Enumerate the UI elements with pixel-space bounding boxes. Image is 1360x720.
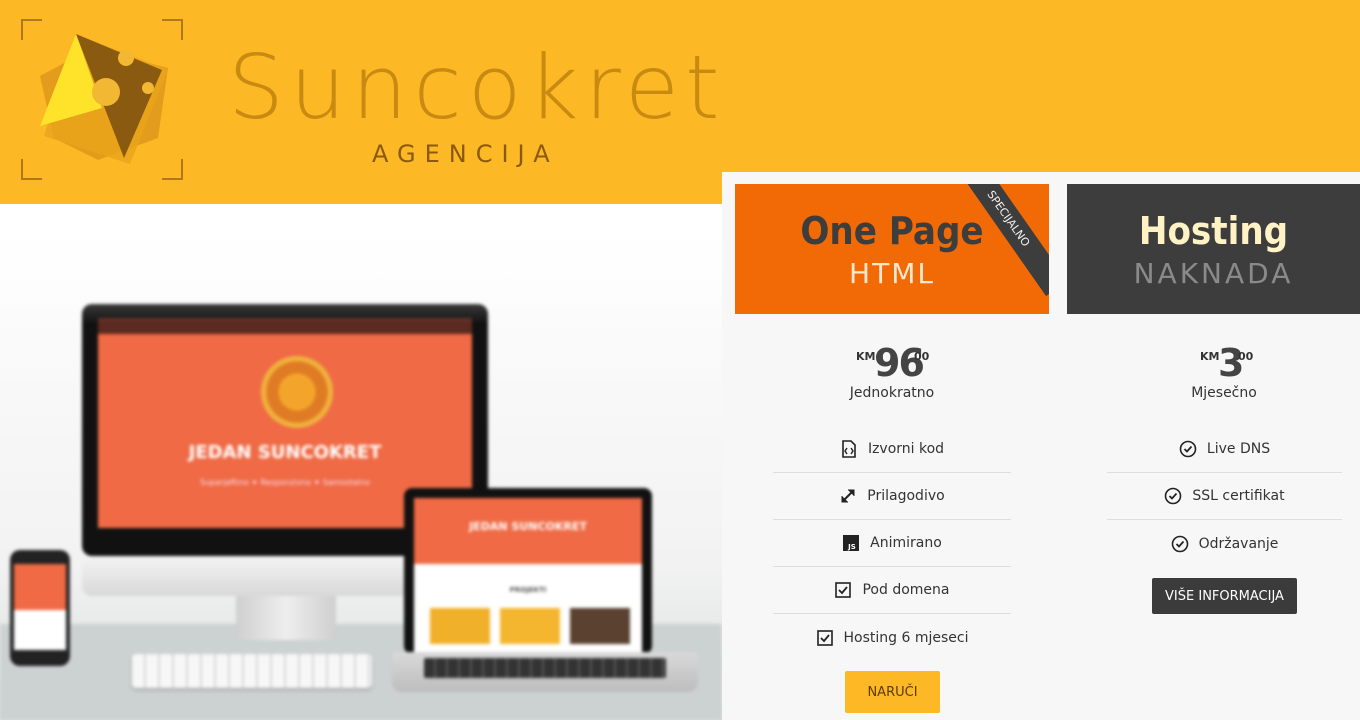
laptop-site-hero: JEDAN SUNCOKRET: [414, 498, 642, 564]
plan-one-page-price: KM 96 00: [852, 344, 936, 384]
plan-one-page-features: Izvorni kod Prilagodivo JS Animirano Pod…: [773, 426, 1011, 661]
list-item: Izvorni kod: [773, 426, 1011, 473]
phone-site-hero: [14, 564, 66, 610]
brand-subtitle: agencija: [372, 140, 559, 168]
plan-subtitle: HTML: [849, 257, 935, 290]
checkbox-checked-icon: [834, 581, 852, 599]
check-circle-icon: [1171, 535, 1189, 553]
plan-hosting-price: KM 3 00: [1196, 344, 1266, 384]
laptop-site-preview: JEDAN SUNCOKRET PROJEKTI: [414, 498, 642, 654]
plan-subtitle: NAKNADA: [1133, 257, 1294, 290]
desktop-site-title: JEDAN SUNCOKRET: [188, 442, 382, 463]
list-item: Prilagodivo: [773, 473, 1011, 520]
price-cents: 00: [914, 350, 930, 363]
feature-label: Pod domena: [862, 582, 950, 598]
brand-name[interactable]: Suncokret: [228, 44, 725, 132]
price-currency: KM: [1200, 350, 1220, 363]
price-cents: 00: [1238, 350, 1254, 363]
list-item: Live DNS: [1107, 426, 1342, 473]
hero-devices-image: JEDAN SUNCOKRET Superjeftino ✦ Responziv…: [0, 204, 722, 720]
check-circle-icon: [1164, 487, 1182, 505]
price-currency: KM: [856, 350, 876, 363]
keyboard: [132, 654, 372, 688]
list-item: SSL certifikat: [1107, 473, 1342, 520]
order-button[interactable]: NARUČI: [845, 671, 940, 713]
phone: [10, 550, 70, 666]
check-circle-icon: [1179, 440, 1197, 458]
javascript-icon: JS: [842, 534, 860, 552]
price-period: Jednokratno: [849, 385, 935, 401]
list-item: Održavanje: [1107, 520, 1342, 567]
laptop-thumb-1: [430, 608, 490, 644]
expand-arrows-icon: [839, 487, 857, 505]
price-period: Mjesečno: [1191, 385, 1257, 401]
laptop-thumb-3: [570, 608, 630, 644]
pricing-panel: One Page HTML SPECIJALNO KM 96 00 Jednok…: [722, 172, 1360, 720]
feature-label: Live DNS: [1206, 441, 1271, 457]
feature-label: Prilagodivo: [867, 488, 945, 504]
desktop-monitor-stand: [236, 596, 336, 640]
more-info-button[interactable]: VIŠE INFORMACIJA: [1152, 578, 1297, 614]
list-item: Pod domena: [773, 567, 1011, 614]
checkbox-checked-icon: [816, 629, 834, 647]
sunflower-logo-icon[interactable]: [20, 18, 184, 181]
list-item: JS Animirano: [773, 520, 1011, 567]
file-code-icon: [840, 440, 858, 458]
laptop-screen: JEDAN SUNCOKRET PROJEKTI: [404, 488, 652, 654]
phone-site-preview: [14, 564, 66, 650]
laptop-thumb-2: [500, 608, 560, 644]
plan-one-page-header: One Page HTML SPECIJALNO: [735, 184, 1049, 314]
feature-label: SSL certifikat: [1192, 488, 1285, 504]
feature-label: Izvorni kod: [867, 441, 945, 457]
hero-top-fade: [0, 204, 722, 324]
plan-hosting-header: Hosting NAKNADA: [1067, 184, 1360, 314]
feature-label: Animirano: [870, 535, 942, 551]
list-item: Hosting 6 mjeseci: [773, 614, 1011, 661]
svg-text:JS: JS: [847, 543, 856, 551]
feature-label: Održavanje: [1198, 535, 1279, 552]
desktop-site-subtitle: Superjeftino ✦ Responzivno ✦ Samostalno: [200, 478, 370, 487]
laptop-site-title: JEDAN SUNCOKRET: [469, 520, 587, 533]
plan-title: Hosting: [1138, 209, 1289, 253]
plan-hosting-features: Live DNS SSL certifikat Održavanje: [1107, 426, 1342, 567]
sunflower-badge-icon: [261, 356, 333, 428]
laptop-site-section: PROJEKTI: [509, 586, 547, 594]
laptop-keyboard: [424, 658, 666, 678]
feature-label: Hosting 6 mjeseci: [843, 629, 969, 646]
